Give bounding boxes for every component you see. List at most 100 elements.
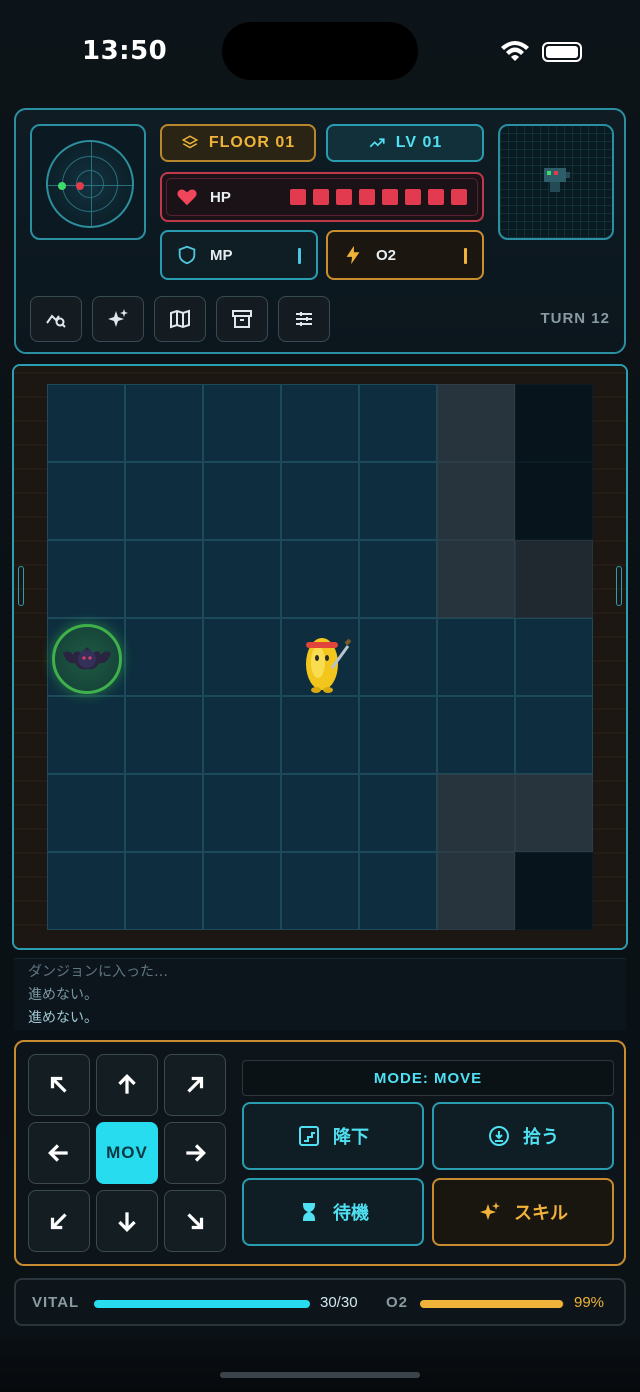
player-character[interactable]: [292, 624, 356, 694]
board-tile[interactable]: [281, 384, 359, 462]
board-tile[interactable]: [125, 696, 203, 774]
board-tile[interactable]: [47, 696, 125, 774]
board-tile[interactable]: [125, 462, 203, 540]
board-tile[interactable]: [125, 384, 203, 462]
board-tile[interactable]: [437, 462, 515, 540]
wait-button[interactable]: 待機: [242, 1178, 424, 1246]
stats-icon: [46, 314, 66, 328]
board-tile[interactable]: [515, 384, 593, 462]
board-tile[interactable]: [203, 540, 281, 618]
board-tile[interactable]: [47, 462, 125, 540]
hourglass-icon: [303, 1203, 315, 1221]
o2-label: O2: [376, 247, 397, 264]
inventory-button[interactable]: [216, 296, 268, 342]
vital-value: 30/30: [320, 1294, 358, 1311]
board-tile[interactable]: [437, 774, 515, 852]
board-tile[interactable]: [47, 540, 125, 618]
board-tile[interactable]: [437, 618, 515, 696]
board-tile[interactable]: [515, 618, 593, 696]
pickup-label: 拾う: [523, 1127, 559, 1148]
dynamic-island: [222, 22, 418, 80]
board-tile[interactable]: [281, 462, 359, 540]
hp-cell: [359, 189, 375, 205]
board-tile[interactable]: [281, 774, 359, 852]
o2-fill: [420, 1300, 563, 1308]
board-tile[interactable]: [359, 384, 437, 462]
move-mode-button[interactable]: MOV: [96, 1122, 158, 1184]
descend-button[interactable]: 降下: [242, 1102, 424, 1170]
move-down-left-button[interactable]: [28, 1190, 90, 1252]
move-left-button[interactable]: [28, 1122, 90, 1184]
board-tile[interactable]: [359, 462, 437, 540]
map-button[interactable]: [154, 296, 206, 342]
hp-cell: [405, 189, 421, 205]
board-tile[interactable]: [125, 540, 203, 618]
board-tile[interactable]: [281, 540, 359, 618]
board-tile[interactable]: [437, 696, 515, 774]
board-tile[interactable]: [203, 618, 281, 696]
layers-icon: [181, 135, 199, 149]
board-tile[interactable]: [47, 384, 125, 462]
board-tile[interactable]: [203, 384, 281, 462]
pickup-button[interactable]: 拾う: [432, 1102, 614, 1170]
board-tile[interactable]: [515, 696, 593, 774]
home-indicator[interactable]: [220, 1372, 420, 1378]
wait-label: 待機: [333, 1203, 369, 1224]
board-tile[interactable]: [437, 540, 515, 618]
move-up-button[interactable]: [96, 1054, 158, 1116]
move-down-button[interactable]: [96, 1190, 158, 1252]
board-tile[interactable]: [281, 696, 359, 774]
board-tile[interactable]: [203, 774, 281, 852]
board-tile[interactable]: [437, 852, 515, 930]
board-tile[interactable]: [203, 696, 281, 774]
board-tile[interactable]: [47, 852, 125, 930]
floor-indicator: FLOOR 01: [160, 124, 316, 162]
board-tile[interactable]: [203, 462, 281, 540]
battery-icon: [542, 42, 582, 62]
enemy-bat[interactable]: [52, 624, 122, 694]
mp-tick: [298, 248, 301, 264]
board-tile[interactable]: [359, 540, 437, 618]
radar-icon: [46, 140, 134, 228]
skill-button[interactable]: スキル: [432, 1178, 614, 1246]
settings-button[interactable]: [278, 296, 330, 342]
move-up-left-button[interactable]: [28, 1054, 90, 1116]
hp-cell: [428, 189, 444, 205]
board-tile[interactable]: [515, 540, 593, 618]
board-tile[interactable]: [515, 462, 593, 540]
log-line: 進めない。: [28, 1010, 98, 1026]
stats-button[interactable]: [30, 296, 82, 342]
radar-panel: [30, 124, 146, 240]
archive-icon: [232, 310, 252, 328]
turn-counter: TURN 12: [540, 310, 610, 327]
move-up-right-button[interactable]: [164, 1054, 226, 1116]
board-tile[interactable]: [125, 852, 203, 930]
board-tile[interactable]: [203, 852, 281, 930]
message-log: ダンジョンに入った… 進めない。 進めない。: [14, 958, 626, 1030]
hp-cell: [382, 189, 398, 205]
board-tile[interactable]: [281, 852, 359, 930]
hp-cells: [290, 189, 467, 205]
floor-label: FLOOR 01: [208, 134, 296, 151]
mp-gauge: MP: [160, 230, 318, 280]
move-right-button[interactable]: [164, 1122, 226, 1184]
skills-button[interactable]: [92, 296, 144, 342]
board-tile[interactable]: [359, 852, 437, 930]
lightning-icon: [346, 245, 360, 265]
stairs-icon: [299, 1126, 319, 1146]
board-tile[interactable]: [359, 618, 437, 696]
board-tile[interactable]: [47, 774, 125, 852]
log-line: 進めない。: [28, 987, 98, 1003]
sliders-icon: [296, 312, 312, 326]
board-tile[interactable]: [515, 852, 593, 930]
board-tile[interactable]: [359, 774, 437, 852]
board-tile[interactable]: [359, 696, 437, 774]
move-down-right-button[interactable]: [164, 1190, 226, 1252]
mp-label: MP: [210, 247, 233, 264]
board-tile[interactable]: [125, 618, 203, 696]
board-tile[interactable]: [437, 384, 515, 462]
board-tile[interactable]: [125, 774, 203, 852]
arrow-up-right-icon: [187, 1076, 204, 1093]
board-tile[interactable]: [515, 774, 593, 852]
hp-cell: [451, 189, 467, 205]
